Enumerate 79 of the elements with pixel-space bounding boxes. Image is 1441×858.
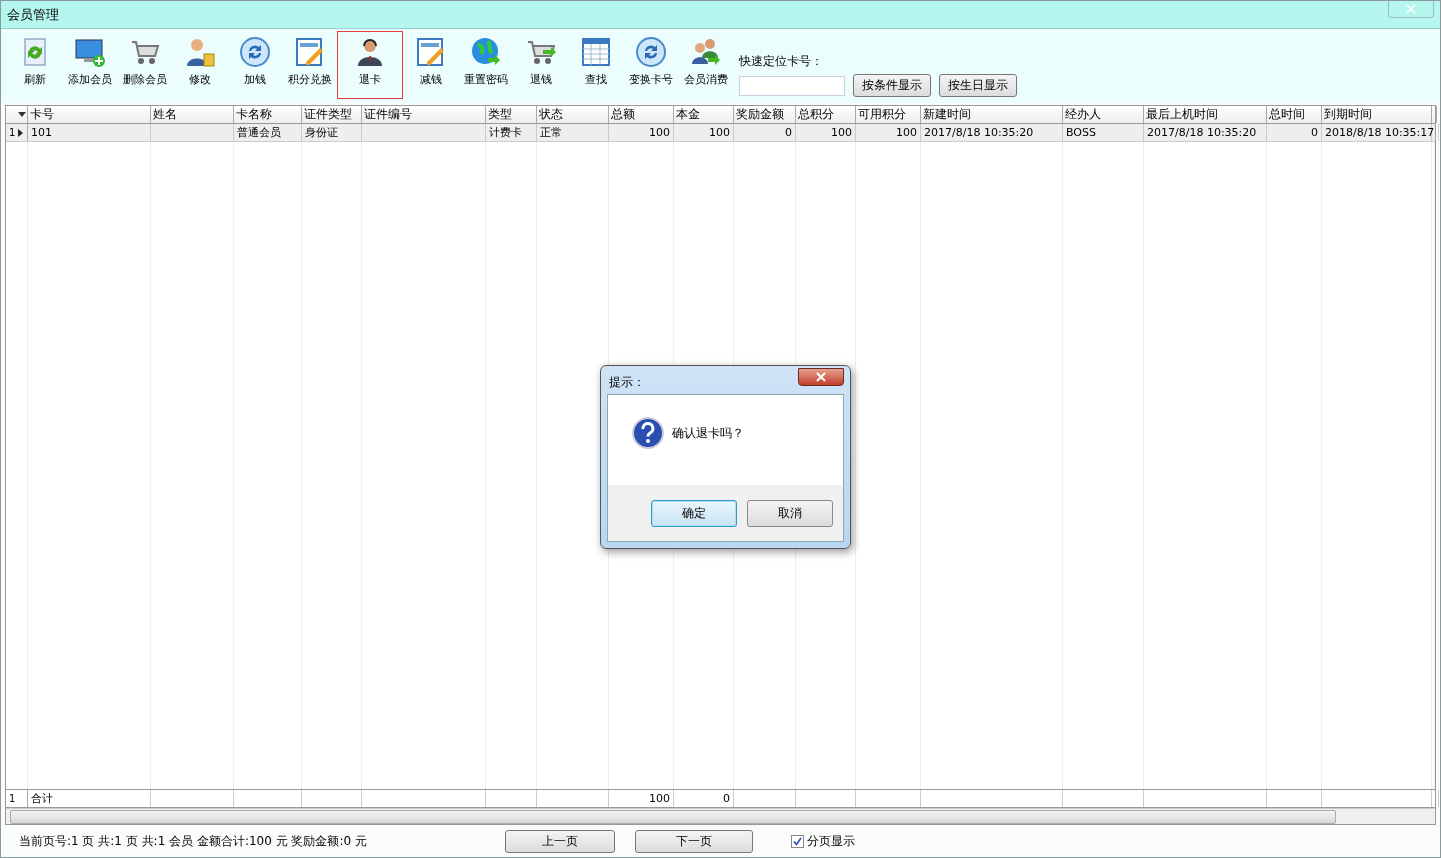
table-cell: 身份证	[302, 124, 362, 141]
column-header[interactable]: 证件编号	[362, 106, 486, 123]
form-pencil-icon	[414, 36, 447, 68]
question-icon	[632, 417, 664, 449]
column-header[interactable]: 总积分	[796, 106, 856, 123]
column-header[interactable]: 新建时间	[921, 106, 1063, 123]
toolbar-button[interactable]: 变换卡号	[623, 31, 678, 99]
globe-arrow-icon	[469, 36, 502, 68]
filter-button[interactable]: 按生日显示	[939, 74, 1017, 97]
table-cell: 0	[1267, 124, 1322, 141]
column-header[interactable]: 卡号	[28, 106, 151, 123]
dialog-button[interactable]: 取消	[747, 499, 833, 527]
table-cell: 2017/8/18 10:35:20	[1144, 124, 1267, 141]
toolbar-button[interactable]: 刷新	[7, 31, 62, 99]
exchange-icon	[238, 36, 271, 68]
table-cell: 0	[734, 124, 796, 141]
table-cell: 计费卡	[486, 124, 537, 141]
row-number: 1	[9, 127, 16, 138]
column-header[interactable]: 类型	[486, 106, 537, 123]
toolbar-button[interactable]: 退卡	[337, 31, 403, 99]
table-cell: 100	[609, 124, 674, 141]
total-cell: 0	[674, 790, 734, 807]
column-header[interactable]: 本金	[674, 106, 734, 123]
horizontal-scrollbar[interactable]	[6, 808, 1435, 824]
dialog-message: 确认退卡吗？	[672, 424, 744, 442]
toolbar-button[interactable]: 减钱	[403, 31, 458, 99]
table-cell: 正常	[537, 124, 609, 141]
toolbar-button[interactable]: 会员消费	[678, 31, 733, 99]
close-button[interactable]	[798, 368, 844, 386]
close-icon	[816, 372, 826, 382]
checkbox-label[interactable]: 分页显示	[807, 832, 855, 850]
card-number-field[interactable]	[739, 75, 845, 96]
table-cell: 2017/8/18 10:35:20	[921, 124, 1063, 141]
table-cell: 普通会员	[234, 124, 302, 141]
table-cell: BOSS	[1063, 124, 1144, 141]
toolbar-button[interactable]: 添加会员	[62, 31, 117, 99]
column-header[interactable]: 卡名称	[234, 106, 302, 123]
column-header[interactable]: 姓名	[151, 106, 234, 123]
toolbar-button[interactable]: 查找	[568, 31, 623, 99]
column-header[interactable]: 可用积分	[856, 106, 921, 123]
column-header[interactable]: 到期时间	[1322, 106, 1432, 123]
total-cell: 合计	[28, 790, 151, 807]
prev-page-button[interactable]: 上一页	[505, 829, 615, 853]
filter-button[interactable]: 按条件显示	[853, 74, 931, 97]
dialog-title: 提示：	[608, 373, 645, 391]
dialog-button[interactable]: 确定	[651, 499, 737, 527]
window-title: 会员管理	[7, 5, 59, 24]
monitor-add-icon	[73, 36, 106, 68]
table-icon	[579, 36, 612, 68]
toolbar-button[interactable]: 修改	[172, 31, 227, 99]
table-cell: 2018/8/18 10:35:17	[1322, 124, 1432, 141]
table-cell: 100	[796, 124, 856, 141]
toolbar-button[interactable]: 删除会员	[117, 31, 172, 99]
table-cell: 101	[28, 124, 151, 141]
check-icon	[793, 836, 802, 846]
close-icon	[1406, 4, 1416, 14]
dropdown-icon	[18, 112, 26, 117]
users-arrow-icon	[689, 36, 722, 68]
toolbar-button[interactable]: 重置密码	[458, 31, 513, 99]
column-header[interactable]: 最后上机时间	[1144, 106, 1267, 123]
column-header[interactable]: 总时间	[1267, 106, 1322, 123]
table-cell: 100	[856, 124, 921, 141]
row-number: 1	[9, 793, 16, 804]
column-header[interactable]: 状态	[537, 106, 609, 123]
toolbar-button[interactable]: 积分兑换	[282, 31, 337, 99]
column-header[interactable]: 总额	[609, 106, 674, 123]
form-pencil-icon	[293, 36, 326, 68]
toolbar-button[interactable]: 加钱	[227, 31, 282, 99]
next-page-button[interactable]: 下一页	[635, 829, 753, 853]
column-header[interactable]: 经办人	[1063, 106, 1144, 123]
paging-checkbox[interactable]	[791, 834, 804, 848]
column-header[interactable]: 奖励金额	[734, 106, 796, 123]
exchange-icon	[634, 36, 667, 68]
toolbar-button[interactable]: 退钱	[513, 31, 568, 99]
status-text: 当前页号:1 页 共:1 页 共:1 会员 金额合计:100 元 奖励金额:0 元	[19, 832, 368, 850]
column-header[interactable]: 证件类型	[302, 106, 362, 123]
table-cell: 100	[674, 124, 734, 141]
total-cell: 100	[609, 790, 674, 807]
quick-locate-label: 快速定位卡号：	[739, 53, 824, 70]
